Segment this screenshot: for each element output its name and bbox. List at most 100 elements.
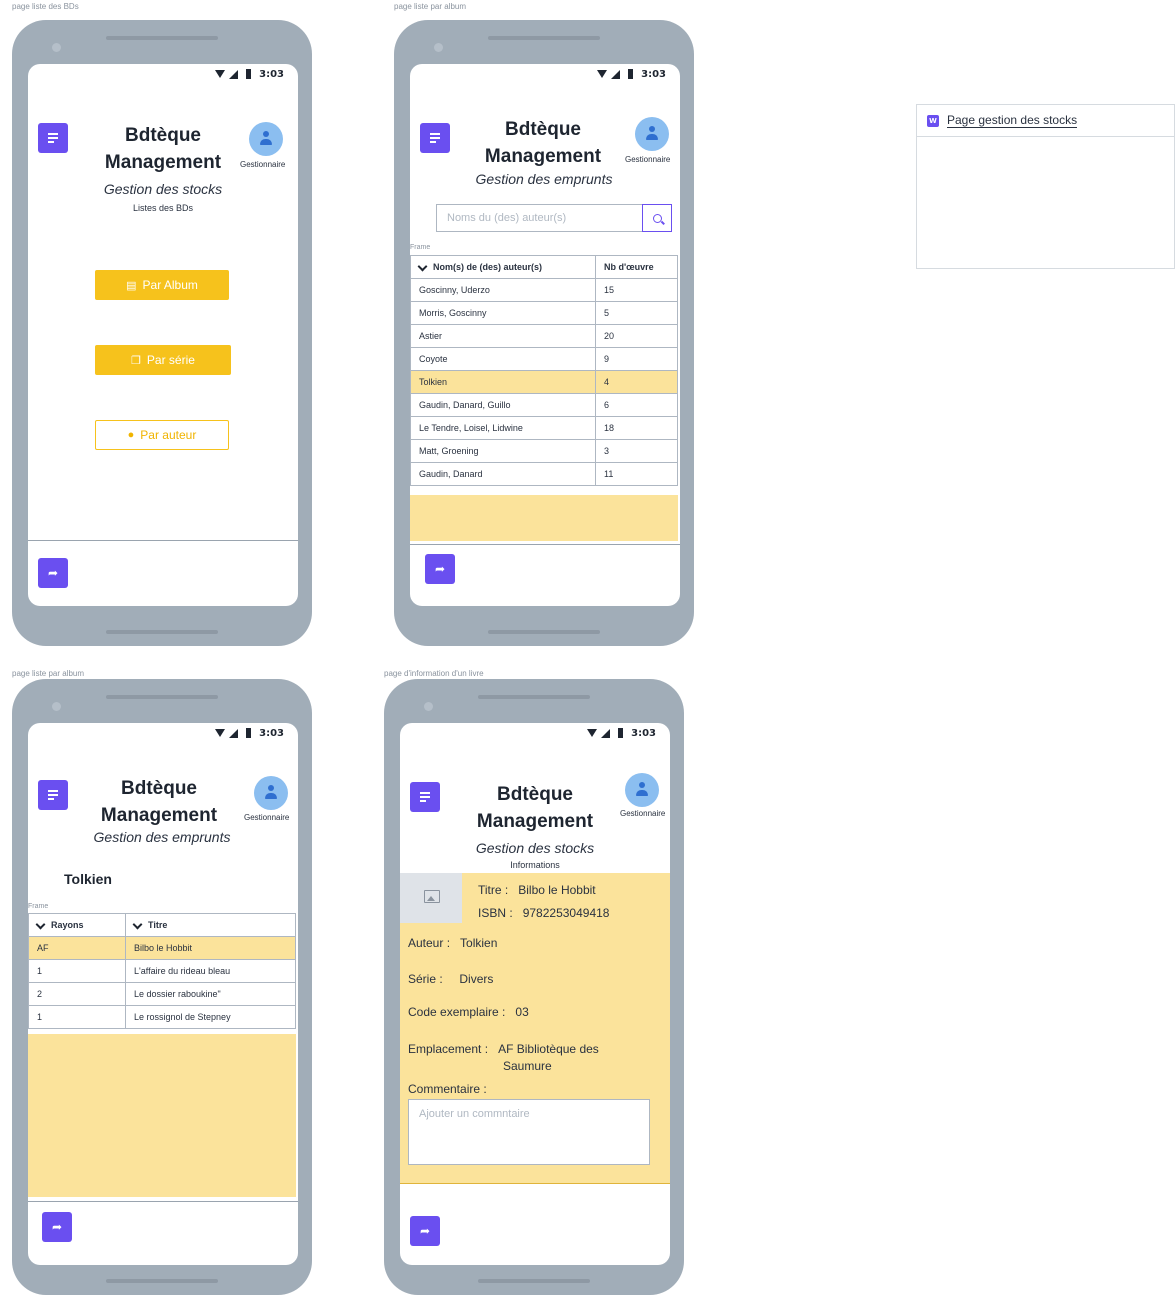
search-input[interactable]: Noms du (des) auteur(s) bbox=[437, 205, 642, 231]
app-title: Bdtèque Management bbox=[476, 784, 594, 832]
table-row-selected[interactable]: AF Bilbo le Hobbit bbox=[28, 936, 296, 960]
phone-camera bbox=[424, 702, 433, 711]
table-row[interactable]: Gaudin, Danard 11 bbox=[410, 462, 678, 486]
user-icon bbox=[263, 131, 269, 137]
avatar-label: Gestionnaire bbox=[620, 809, 666, 818]
screen-3: 3:03 Bdtèque Management Gestionnaire Gest… bbox=[28, 723, 298, 1265]
menu-button[interactable] bbox=[420, 123, 450, 153]
menu-button[interactable] bbox=[38, 123, 68, 153]
titre-row: Titre : Bilbo le Hobbit bbox=[478, 883, 596, 897]
signal-icon bbox=[229, 728, 239, 738]
col-rayons-header[interactable]: Rayons bbox=[28, 913, 126, 937]
logout-button[interactable]: ➦ bbox=[425, 554, 455, 584]
par-album-button[interactable]: ▤ Par Album bbox=[95, 270, 229, 300]
footer-divider bbox=[28, 540, 298, 541]
code-row: Code exemplaire : 03 bbox=[408, 1005, 529, 1019]
isbn-value: 9782253049418 bbox=[522, 906, 610, 920]
page-subtitle: Gestion des emprunts bbox=[475, 171, 613, 187]
table-row[interactable]: Astier 20 bbox=[410, 324, 678, 348]
image-icon bbox=[424, 890, 440, 903]
table-row[interactable]: Goscinny, Uderzo 15 bbox=[410, 278, 678, 302]
logout-button[interactable]: ➦ bbox=[42, 1212, 72, 1242]
screen-1: 3:03 Bdtèque Management Gestionnaire Gest… bbox=[28, 64, 298, 606]
logout-button[interactable]: ➦ bbox=[410, 1216, 440, 1246]
col-author-header[interactable]: Nom(s) de (des) auteur(s) bbox=[410, 255, 596, 279]
frame-label-1: page liste des BDs bbox=[12, 2, 79, 11]
search-button[interactable] bbox=[642, 204, 672, 232]
wifi-icon bbox=[215, 729, 226, 737]
status-bar: 3:03 bbox=[215, 64, 284, 84]
commentaire-textarea[interactable]: Ajouter un commntaire bbox=[408, 1099, 650, 1165]
author-heading: Tolkien bbox=[64, 871, 112, 887]
avatar[interactable] bbox=[249, 122, 283, 156]
avatar-label: Gestionnaire bbox=[244, 813, 290, 822]
par-auteur-button[interactable]: ● Par auteur bbox=[95, 420, 229, 450]
table-row[interactable]: Le Tendre, Loisel, Lidwine 18 bbox=[410, 416, 678, 440]
auteur-row: Auteur : Tolkien bbox=[408, 936, 498, 950]
app-title: Bdtèque Management bbox=[104, 125, 222, 173]
author-search[interactable]: Noms du (des) auteur(s) bbox=[436, 204, 672, 232]
status-time: 3:03 bbox=[631, 727, 656, 739]
phone-speaker bbox=[106, 36, 218, 40]
user-icon bbox=[268, 785, 274, 791]
stock-card-header: W Page gestion des stocks bbox=[917, 105, 1174, 137]
phone-camera bbox=[52, 43, 61, 52]
table-row[interactable]: Morris, Goscinny 5 bbox=[410, 301, 678, 325]
chevron-down-icon bbox=[134, 923, 142, 928]
phone-home-bar bbox=[488, 630, 600, 634]
table-row[interactable]: 1 L'affaire du rideau bleau bbox=[28, 959, 296, 983]
battery-icon bbox=[618, 728, 624, 738]
screen-2: 3:03 Bdtèque Management Gestionnaire Gest… bbox=[410, 64, 680, 606]
footer-divider bbox=[410, 544, 680, 545]
section-title: Listes des BDs bbox=[132, 203, 194, 213]
book-cover bbox=[400, 873, 462, 923]
section-title: Informations bbox=[510, 860, 560, 870]
phone-frame-4: 3:03 Bdtèque Management Gestionnaire Gest… bbox=[384, 679, 684, 1295]
table-row-selected[interactable]: Tolkien 4 bbox=[410, 370, 678, 394]
status-bar: 3:03 bbox=[587, 723, 656, 743]
auteur-value: Tolkien bbox=[460, 936, 498, 950]
signal-icon bbox=[611, 69, 621, 79]
screen-4: 3:03 Bdtèque Management Gestionnaire Gest… bbox=[400, 723, 670, 1265]
emplacement-row: Emplacement : AF Bibliotèque des bbox=[408, 1042, 599, 1056]
table-row[interactable]: Gaudin, Danard, Guillo 6 bbox=[410, 393, 678, 417]
par-serie-button[interactable]: ❐ Par série bbox=[95, 345, 231, 375]
frame-label-4: page d'information d'un livre bbox=[384, 669, 484, 678]
menu-button[interactable] bbox=[410, 782, 440, 812]
app-title: Bdtèque Management bbox=[100, 778, 218, 826]
menu-icon bbox=[48, 790, 58, 792]
avatar[interactable] bbox=[635, 117, 669, 151]
user-icon: ● bbox=[127, 429, 135, 441]
avatar[interactable] bbox=[625, 773, 659, 807]
chevron-down-icon bbox=[37, 923, 45, 928]
status-bar: 3:03 bbox=[215, 723, 284, 743]
avatar[interactable] bbox=[254, 776, 288, 810]
table-row[interactable]: 2 Le dossier raboukine" bbox=[28, 982, 296, 1006]
logout-icon: ➦ bbox=[51, 1220, 63, 1234]
table-row[interactable]: 1 Le rossignol de Stepney bbox=[28, 1005, 296, 1029]
table-empty-area bbox=[410, 495, 678, 541]
menu-icon bbox=[48, 133, 58, 135]
page-subtitle: Gestion des stocks bbox=[103, 181, 223, 197]
wifi-icon bbox=[215, 70, 226, 78]
status-time: 3:03 bbox=[259, 727, 284, 739]
col-count-header[interactable]: Nb d'œuvre bbox=[595, 255, 678, 279]
page-icon: W bbox=[927, 114, 939, 127]
col-titre-header[interactable]: Titre bbox=[125, 913, 296, 937]
titles-table: Rayons Titre AF Bilbo le Hobbit 1 L'affair… bbox=[28, 913, 296, 1029]
status-bar: 3:03 bbox=[597, 64, 666, 84]
stock-page-card[interactable]: W Page gestion des stocks bbox=[916, 104, 1175, 269]
table-row[interactable]: Coyote 9 bbox=[410, 347, 678, 371]
phone-frame-3: 3:03 Bdtèque Management Gestionnaire Gest… bbox=[12, 679, 312, 1295]
wifi-icon bbox=[587, 729, 598, 737]
battery-icon bbox=[246, 69, 252, 79]
signal-icon bbox=[601, 728, 611, 738]
stock-card-title[interactable]: Page gestion des stocks bbox=[947, 113, 1078, 128]
menu-button[interactable] bbox=[38, 780, 68, 810]
phone-speaker bbox=[488, 36, 600, 40]
serie-value: Divers bbox=[459, 972, 494, 986]
logout-button[interactable]: ➦ bbox=[38, 558, 68, 588]
search-icon bbox=[652, 213, 662, 223]
table-row[interactable]: Matt, Groening 3 bbox=[410, 439, 678, 463]
user-icon bbox=[649, 126, 655, 132]
